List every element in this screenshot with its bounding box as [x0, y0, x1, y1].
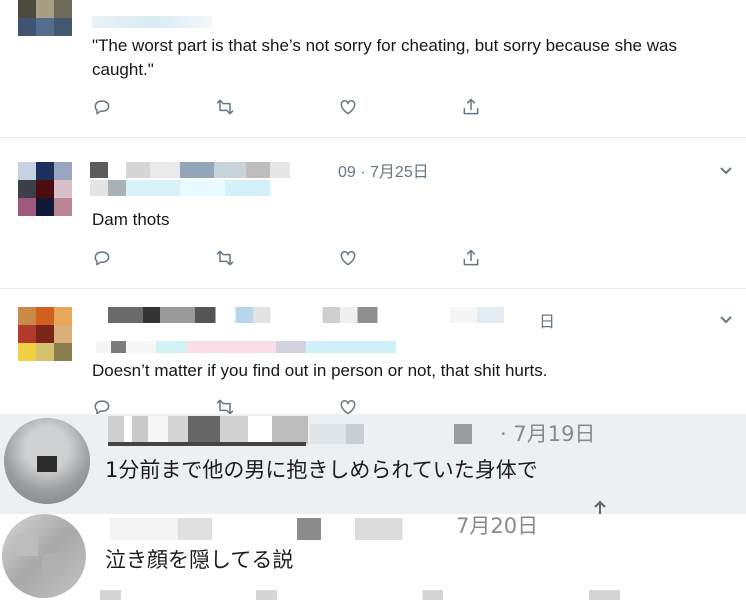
tweet-date: 09 · 7月25日: [338, 164, 429, 181]
avatar[interactable]: [18, 0, 72, 36]
retweet-icon: [216, 250, 234, 266]
more-options-button[interactable]: [718, 162, 734, 183]
retweet-button[interactable]: [215, 95, 338, 119]
more-options-button[interactable]: [718, 311, 734, 332]
overlay-comment-2: 7月20日 泣き顔を隠してる説: [0, 514, 746, 600]
overlay-underline: [108, 442, 306, 446]
avatar[interactable]: [18, 162, 72, 216]
tweet-text: Doesn’t matter if you find out in person…: [92, 361, 548, 380]
overlay-avatar: [2, 514, 86, 598]
overlay-text: 1分前まで他の男に抱きしめられていた身体で: [105, 458, 538, 482]
censored-username: [92, 16, 212, 28]
censored-handle: [90, 180, 270, 196]
like-button[interactable]: [338, 246, 461, 270]
reply-button[interactable]: [92, 95, 215, 119]
overlay-text: 泣き顔を隠してる説: [105, 548, 294, 572]
reply-button[interactable]: [92, 246, 215, 270]
tweet-date: 日: [539, 314, 556, 331]
share-icon: [463, 98, 479, 115]
share-icon: [463, 249, 479, 266]
like-button[interactable]: [338, 95, 461, 119]
censored-overlay-name: [108, 416, 308, 444]
censored-overlay-name: [110, 518, 450, 540]
censored-display-name-2: [450, 307, 540, 323]
avatar[interactable]: [18, 307, 72, 361]
reply-icon: [94, 100, 110, 115]
share-button[interactable]: [461, 95, 584, 119]
reply-icon: [94, 251, 110, 266]
overlay-comment-1: · 7月19日 1分前まで他の男に抱きしめられていた身体で: [0, 414, 746, 514]
censored-display-name: [90, 162, 290, 178]
heart-icon: [340, 250, 356, 266]
tweet-3[interactable]: 日 Doesn’t matter if you find out in pers…: [0, 289, 746, 430]
tweet-text: Dam thots: [92, 210, 170, 229]
share-button[interactable]: [461, 246, 584, 270]
chevron-down-icon: [720, 316, 732, 324]
retweet-button[interactable]: [215, 246, 338, 270]
tweet-2[interactable]: 09 · 7月25日 Dam thots: [0, 138, 746, 289]
censored-display-name: [108, 307, 398, 323]
retweet-icon: [216, 99, 234, 115]
tweet-1[interactable]: "The worst part is that she’s not sorry …: [0, 0, 746, 138]
censored-overlay-handle: [310, 424, 490, 444]
tweet-text: "The worst part is that she’s not sorry …: [92, 36, 677, 79]
chevron-down-icon: [720, 167, 732, 175]
censored-handle: [96, 341, 396, 353]
share-icon: [594, 500, 606, 514]
overlay-action-row: [100, 590, 620, 600]
overlay-date: 7月20日: [456, 514, 539, 538]
overlay-date: · 7月19日: [500, 422, 596, 446]
heart-icon: [340, 99, 356, 115]
tweet-actions: [92, 95, 584, 119]
overlay-avatar: [4, 418, 90, 504]
tweet-actions: [92, 246, 584, 270]
